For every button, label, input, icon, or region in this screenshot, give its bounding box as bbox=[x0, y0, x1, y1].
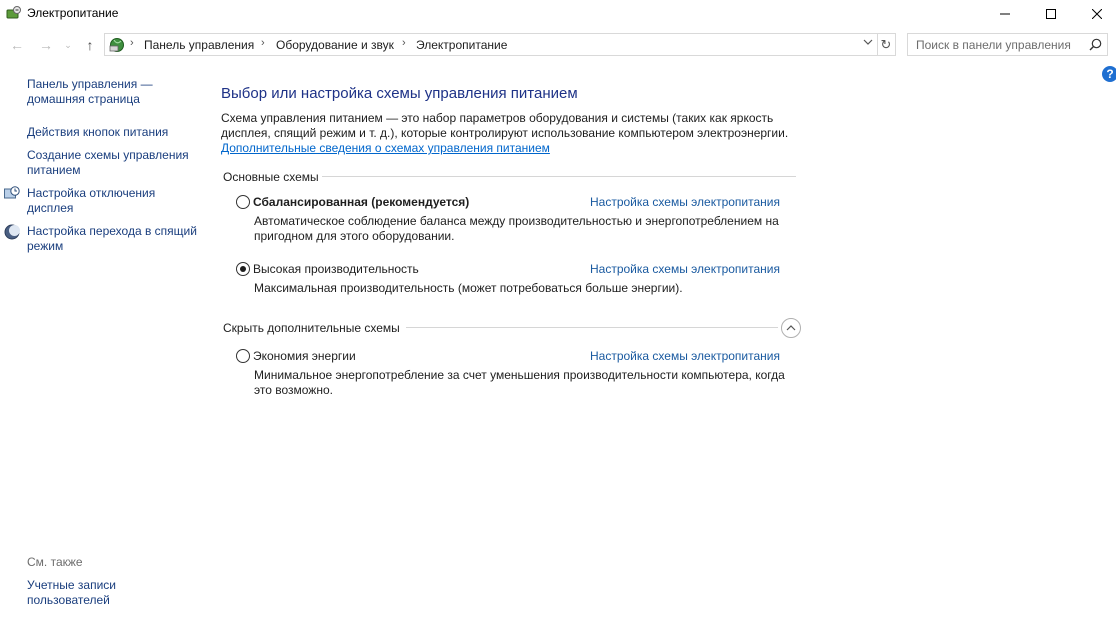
up-button[interactable]: ↑ bbox=[80, 35, 100, 55]
forward-button[interactable]: → bbox=[36, 35, 56, 55]
title-bar: Электропитание bbox=[0, 0, 1116, 28]
breadcrumb-separator[interactable]: › bbox=[261, 37, 265, 49]
plan-settings-link-balanced[interactable]: Настройка схемы электропитания bbox=[590, 195, 780, 209]
window-title: Электропитание bbox=[27, 6, 119, 20]
address-dropdown-button[interactable] bbox=[861, 37, 875, 53]
help-icon[interactable]: ? bbox=[1102, 66, 1116, 82]
refresh-button[interactable]: ↻ bbox=[877, 33, 896, 56]
plan-settings-link-power-saver[interactable]: Настройка схемы электропитания bbox=[590, 349, 780, 363]
plan-description-balanced: Автоматическое соблюдение баланса между … bbox=[254, 214, 779, 243]
maximize-icon bbox=[1046, 9, 1056, 19]
plan-radio-balanced[interactable] bbox=[236, 195, 250, 209]
plan-name-power-saver[interactable]: Экономия энергии bbox=[253, 349, 356, 363]
sidebar-item-control-panel-home[interactable]: Панель управления — домашняя страница bbox=[27, 77, 197, 107]
collapse-button[interactable] bbox=[781, 318, 801, 338]
sidebar-item-display-off[interactable]: Настройка отключения дисплея bbox=[27, 186, 197, 216]
plan-radio-power-saver[interactable] bbox=[236, 349, 250, 363]
display-clock-icon bbox=[4, 186, 20, 202]
search-box[interactable] bbox=[907, 33, 1108, 56]
breadcrumb-hardware-sound[interactable]: Оборудование и звук bbox=[276, 38, 394, 52]
back-button[interactable]: ← bbox=[7, 35, 27, 55]
hide-plans-heading[interactable]: Скрыть дополнительные схемы bbox=[223, 321, 400, 335]
sidebar-item-create-plan[interactable]: Создание схемы управления питанием bbox=[27, 148, 197, 178]
breadcrumb-separator[interactable]: › bbox=[130, 37, 134, 49]
minimize-button[interactable] bbox=[982, 0, 1028, 28]
moon-icon bbox=[4, 224, 20, 240]
plan-description-high-performance: Максимальная производительность (может п… bbox=[254, 281, 683, 295]
chevron-up-icon bbox=[786, 325, 796, 331]
navigation-bar: ← → ⌄ ↑ › Панель управления › Оборудован… bbox=[0, 32, 1116, 58]
breadcrumb-separator[interactable]: › bbox=[402, 37, 406, 49]
more-info-link[interactable]: Дополнительные сведения о схемах управле… bbox=[221, 141, 550, 155]
control-panel-icon bbox=[108, 36, 125, 53]
plan-name-high-performance[interactable]: Высокая производительность bbox=[253, 262, 419, 276]
plan-description-power-saver: Минимальное энергопотребление за счет ум… bbox=[254, 368, 785, 397]
breadcrumb-control-panel[interactable]: Панель управления bbox=[144, 38, 254, 52]
divider bbox=[406, 327, 778, 328]
divider bbox=[322, 176, 796, 177]
page-title: Выбор или настройка схемы управления пит… bbox=[221, 85, 578, 102]
minimize-icon bbox=[1000, 13, 1010, 15]
main-plans-heading: Основные схемы bbox=[223, 170, 319, 184]
sidebar-item-sleep[interactable]: Настройка перехода в спящий режим bbox=[27, 224, 197, 254]
close-icon bbox=[1092, 9, 1102, 19]
breadcrumb-power-options[interactable]: Электропитание bbox=[416, 38, 507, 52]
page-description: Схема управления питанием — это набор па… bbox=[221, 111, 789, 140]
chevron-down-icon bbox=[863, 39, 873, 45]
see-also-heading: См. также bbox=[27, 555, 83, 569]
see-also-user-accounts[interactable]: Учетные записи пользователей bbox=[27, 578, 147, 608]
sidebar-item-power-buttons[interactable]: Действия кнопок питания bbox=[27, 125, 197, 140]
search-icon[interactable] bbox=[1089, 38, 1102, 51]
plan-name-balanced[interactable]: Сбалансированная (рекомендуется) bbox=[253, 195, 469, 209]
address-bar[interactable]: › Панель управления › Оборудование и зву… bbox=[104, 33, 878, 56]
maximize-button[interactable] bbox=[1028, 0, 1074, 28]
recent-locations-button[interactable]: ⌄ bbox=[61, 35, 75, 55]
power-options-icon bbox=[6, 5, 22, 21]
search-input[interactable] bbox=[908, 34, 1084, 55]
plan-radio-high-performance[interactable] bbox=[236, 262, 250, 276]
close-button[interactable] bbox=[1074, 0, 1116, 28]
plan-settings-link-high-performance[interactable]: Настройка схемы электропитания bbox=[590, 262, 780, 276]
